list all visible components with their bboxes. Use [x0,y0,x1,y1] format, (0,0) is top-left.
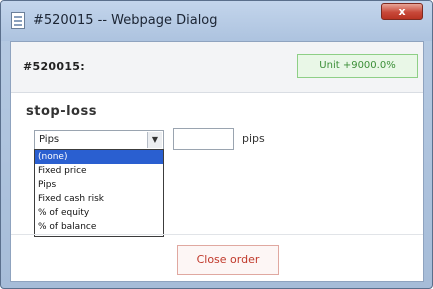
dropdown-option-percent-balance[interactable]: % of balance [35,220,163,234]
pips-input[interactable] [173,128,234,150]
dropdown-option-fixed-price[interactable]: Fixed price [35,164,163,178]
dropdown-option-fixed-cash-risk[interactable]: Fixed cash risk [35,192,163,206]
dialog-content: #520015: Unit +9000.0% stop-loss Pips ▼ … [10,41,424,282]
dialog-window: #520015 -- Webpage Dialog x #520015: Uni… [0,0,433,289]
pips-unit-label: pips [242,132,265,145]
order-header: #520015: Unit +9000.0% [11,42,423,93]
stop-loss-type-value: Pips [39,134,60,145]
stop-loss-type-dropdown: (none) Fixed price Pips Fixed cash risk … [34,149,164,237]
title-bar[interactable]: #520015 -- Webpage Dialog x [1,1,432,41]
chevron-down-icon[interactable]: ▼ [147,132,162,148]
order-id: #520015: [23,60,85,73]
stop-loss-type-select[interactable]: Pips ▼ [34,130,164,150]
unit-button[interactable]: Unit +9000.0% [297,54,418,78]
close-order-button[interactable]: Close order [177,245,279,275]
document-icon [11,12,25,29]
close-icon: x [398,5,406,18]
dropdown-option-none[interactable]: (none) [35,150,163,164]
stop-loss-label: stop-loss [26,104,97,119]
footer-divider [11,234,423,235]
dropdown-option-percent-equity[interactable]: % of equity [35,206,163,220]
window-close-button[interactable]: x [381,3,423,20]
window-title: #520015 -- Webpage Dialog [33,13,218,28]
dropdown-option-pips[interactable]: Pips [35,178,163,192]
